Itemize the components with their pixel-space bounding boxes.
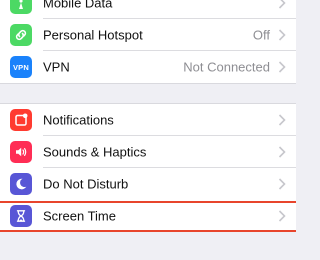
settings-page: Mobile Data Personal Hotspot Off VPN VPN…	[0, 0, 296, 260]
notifications-icon	[10, 109, 32, 131]
chevron-right-icon	[278, 0, 286, 9]
vpn-status: Not Connected	[183, 59, 270, 75]
settings-row-label: Sounds & Haptics	[43, 144, 147, 160]
settings-row-label: Personal Hotspot	[43, 27, 143, 43]
settings-row-personal-hotspot[interactable]: Personal Hotspot Off	[0, 19, 296, 51]
moon-icon	[10, 173, 32, 195]
settings-row-vpn[interactable]: VPN VPN Not Connected	[0, 51, 296, 83]
vpn-icon: VPN	[10, 56, 32, 78]
chevron-right-icon	[278, 61, 286, 73]
antenna-icon	[10, 0, 32, 14]
settings-row-label: Notifications	[43, 112, 114, 128]
settings-row-label: VPN	[43, 59, 70, 75]
general-settings-group: Notifications Sounds & Haptics Do Not Di…	[0, 103, 296, 232]
chevron-right-icon	[278, 178, 286, 190]
settings-row-sounds-haptics[interactable]: Sounds & Haptics	[0, 136, 296, 168]
hotspot-status: Off	[252, 27, 270, 43]
chevron-right-icon	[278, 114, 286, 126]
settings-row-mobile-data[interactable]: Mobile Data	[0, 0, 296, 19]
vpn-icon-text: VPN	[12, 62, 30, 72]
hourglass-icon	[10, 205, 32, 227]
speaker-icon	[10, 141, 32, 163]
settings-row-label: Screen Time	[43, 208, 116, 224]
settings-row-label: Do Not Disturb	[43, 176, 129, 192]
network-settings-group: Mobile Data Personal Hotspot Off VPN VPN…	[0, 0, 296, 84]
chevron-right-icon	[278, 146, 286, 158]
chevron-right-icon	[278, 210, 286, 222]
chevron-right-icon	[278, 29, 286, 41]
settings-row-screen-time[interactable]: Screen Time	[0, 200, 296, 232]
settings-row-notifications[interactable]: Notifications	[0, 104, 296, 136]
link-icon	[10, 24, 32, 46]
settings-row-do-not-disturb[interactable]: Do Not Disturb	[0, 168, 296, 200]
settings-row-label: Mobile Data	[43, 0, 113, 11]
